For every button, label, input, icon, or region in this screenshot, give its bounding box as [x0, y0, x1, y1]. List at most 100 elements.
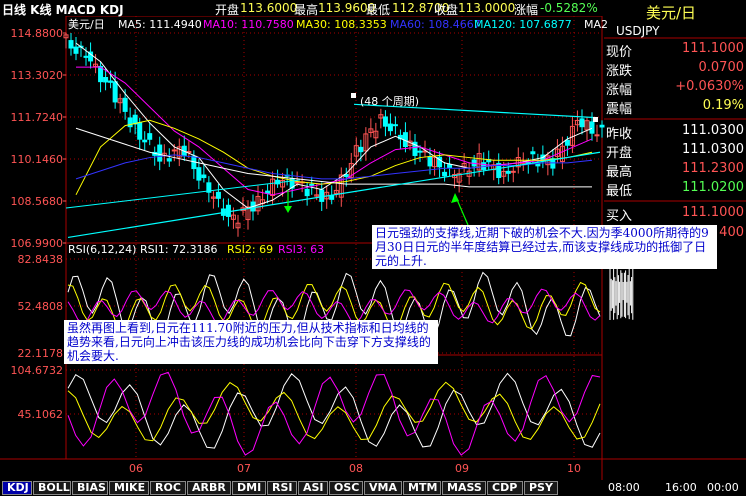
main-y-tick-label: 111.7240: [11, 111, 64, 124]
tab-kdj[interactable]: KDJ: [2, 481, 32, 495]
ma-legend-name: 美元/日: [68, 18, 105, 31]
tab-osc[interactable]: OSC: [329, 481, 363, 495]
ma10-legend: MA10: 110.7580: [203, 18, 294, 31]
candle-body: [442, 171, 448, 177]
x-tick-label: 07: [237, 462, 251, 475]
ma10-line: [76, 66, 593, 196]
quote-row-value: 111.0200: [681, 180, 744, 195]
rsi1-legend: RSI1: 72.3186: [140, 243, 218, 256]
candle-body: [215, 191, 221, 199]
candle-body: [127, 117, 133, 128]
intraday-time-label: 16:00: [665, 481, 697, 494]
main-y-tick-label: 110.1460: [11, 153, 64, 166]
candle-body: [564, 139, 570, 146]
candle-body: [225, 204, 231, 217]
candle-body: [73, 46, 79, 54]
rsi3-legend: RSI3: 63: [278, 243, 324, 256]
candle-body: [447, 164, 453, 169]
low-label: 最低: [366, 3, 391, 17]
open-label: 开盘: [215, 3, 240, 17]
quote-row-value: 111.2300: [681, 161, 744, 176]
tab-boll[interactable]: BOLL: [33, 481, 71, 495]
candle-body: [329, 195, 335, 200]
x-tick-label: 10: [567, 462, 581, 475]
candle-body: [417, 150, 423, 153]
candle-body: [157, 144, 163, 162]
tab-dmi[interactable]: DMI: [232, 481, 266, 495]
x-tick-label: 08: [349, 462, 363, 475]
tab-arbr[interactable]: ARBR: [187, 481, 231, 495]
candle-body: [510, 170, 516, 173]
quote-row-label: 最高: [606, 165, 633, 180]
tab-asi[interactable]: ASI: [298, 481, 328, 495]
quote-row: 涨幅 +0.0630%: [604, 78, 746, 98]
candle-body: [166, 158, 172, 162]
tab-mike[interactable]: MIKE: [109, 481, 149, 495]
candle-body: [387, 123, 393, 132]
candle-body: [304, 188, 310, 197]
candle-body: [147, 133, 153, 140]
quote-row-label: 涨跌: [606, 64, 633, 79]
x-tick-label: 09: [455, 462, 469, 475]
tab-vma[interactable]: VMA: [364, 481, 402, 495]
quote-partial-value-text: 400: [719, 225, 744, 240]
quote-row-value: 111.0300: [681, 142, 744, 157]
rsi-legend-name: RSI(6,12,24): [68, 243, 136, 256]
tab-mtm[interactable]: MTM: [403, 481, 441, 495]
ma60-legend: MA60: 108.4667: [390, 18, 481, 31]
quote-row: 开盘 111.0300: [604, 141, 746, 161]
tab-rsi[interactable]: RSI: [267, 481, 297, 495]
quote-row-label: 开盘: [606, 146, 633, 161]
candle-body: [196, 167, 202, 181]
quote-row: 买入 111.1000: [604, 204, 746, 224]
quote-row-label: 涨幅: [606, 83, 633, 98]
quote-row: 最低 111.0200: [604, 179, 746, 199]
quote-row-value: 111.1000: [681, 205, 744, 220]
rsi-y-tick-label: 52.4808: [18, 300, 64, 313]
change-value: -0.5282%: [540, 1, 598, 15]
candle-body: [265, 190, 271, 194]
candle-body: [171, 149, 177, 152]
candle-body: [68, 40, 74, 49]
candle-body: [309, 183, 315, 186]
low-arrow-head: [284, 206, 292, 213]
candle-body: [589, 121, 595, 134]
ma60-line: [75, 154, 593, 180]
candle-body: [108, 80, 114, 83]
kdj-y-tick-label: 45.1062: [18, 408, 64, 421]
quote-row-label: 昨收: [606, 127, 633, 142]
quote-row: 震幅 0.19%: [604, 97, 746, 117]
ma5-legend: MA5: 111.4940: [118, 18, 202, 31]
tab-roc[interactable]: ROC: [150, 481, 186, 495]
quote-row: 昨收 111.0300: [604, 122, 746, 142]
quote-row: 最高 111.2300: [604, 160, 746, 180]
candle-body: [122, 97, 128, 112]
x-tick-label: 06: [129, 462, 143, 475]
close-label: 收盘: [434, 3, 459, 17]
candle-body: [103, 77, 109, 83]
tab-bias[interactable]: BIAS: [72, 481, 108, 495]
kdj-panel-frame: [65, 354, 603, 460]
candle-body: [535, 163, 541, 167]
period-label: (48 个周期): [360, 95, 419, 108]
tab-cdp[interactable]: CDP: [487, 481, 523, 495]
candle-body: [319, 189, 325, 202]
candle-body: [132, 114, 138, 125]
quote-row: 现价 111.1000: [604, 40, 746, 60]
candle-body: [137, 122, 143, 140]
candle-body: [382, 116, 388, 127]
candle-body: [530, 151, 536, 155]
quote-title: 美元/日: [646, 4, 697, 22]
kdj-y-tick-label: 104.6732: [11, 364, 64, 377]
tab-psy[interactable]: PSY: [524, 481, 558, 495]
rsi-y-tick-label: 82.8438: [18, 253, 64, 266]
candle-body: [142, 139, 148, 143]
candle-body: [201, 174, 207, 179]
tab-mass[interactable]: MASS: [442, 481, 486, 495]
high-label: 最高: [294, 3, 319, 17]
support-annotation: 日元强劲的支撑线,近期下破的机会不大.因为季4000所期待的9月30日日元的半年…: [372, 225, 717, 269]
candle-body: [358, 146, 364, 153]
candle-body: [98, 65, 104, 83]
quote-row-value: 111.1000: [681, 41, 744, 56]
change-label: 涨幅: [514, 3, 539, 17]
